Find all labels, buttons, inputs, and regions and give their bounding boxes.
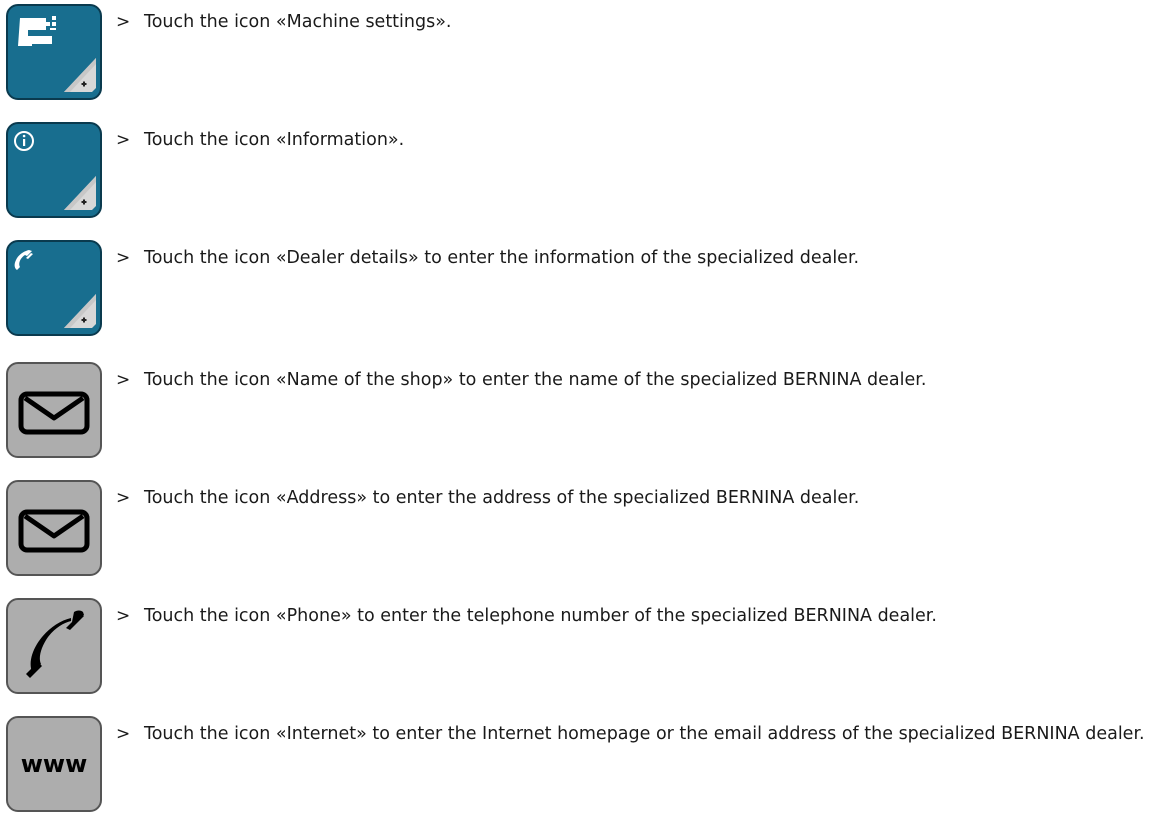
step-text: > Touch the icon «Internet» to enter the… [116, 720, 1166, 749]
step-text: > Touch the icon «Address» to enter the … [116, 484, 1166, 513]
instruction-text: Touch the icon «Information». [144, 130, 405, 150]
instruction-text: Touch the icon «Internet» to enter the I… [144, 724, 1145, 744]
www-icon: www [20, 750, 88, 778]
instruction-text: Touch the icon «Name of the shop» to ent… [144, 370, 927, 390]
bullet-marker: > [116, 606, 131, 626]
dealer-details-icon [14, 250, 96, 328]
machine-settings-button[interactable] [6, 4, 102, 100]
instruction-text: Touch the icon «Dealer details» to enter… [144, 248, 860, 268]
bullet-marker: > [116, 12, 131, 32]
envelope-icon [18, 391, 90, 435]
internet-button[interactable]: www [6, 716, 102, 812]
step-text: > Touch the icon «Name of the shop» to e… [116, 366, 1166, 395]
bullet-marker: > [116, 130, 131, 150]
bullet-marker: > [116, 370, 131, 390]
instruction-text: Touch the icon «Machine settings». [144, 12, 452, 32]
machine-settings-icon [18, 16, 96, 92]
bullet-marker: > [116, 248, 131, 268]
address-button[interactable] [6, 480, 102, 576]
step-text: > Touch the icon «Machine settings». [116, 8, 1166, 37]
step-text: > Touch the icon «Dealer details» to ent… [116, 244, 1166, 273]
bullet-marker: > [116, 724, 131, 744]
phone-icon [26, 610, 84, 678]
information-button[interactable] [6, 122, 102, 218]
envelope-icon [18, 509, 90, 553]
instruction-text: Touch the icon «Phone» to enter the tele… [144, 606, 937, 626]
step-text: > Touch the icon «Phone» to enter the te… [116, 602, 1166, 631]
instruction-text: Touch the icon «Address» to enter the ad… [144, 488, 860, 508]
step-text: > Touch the icon «Information». [116, 126, 1166, 155]
name-of-shop-button[interactable] [6, 362, 102, 458]
information-icon [14, 131, 96, 210]
phone-button[interactable] [6, 598, 102, 694]
dealer-details-button[interactable] [6, 240, 102, 336]
bullet-marker: > [116, 488, 131, 508]
